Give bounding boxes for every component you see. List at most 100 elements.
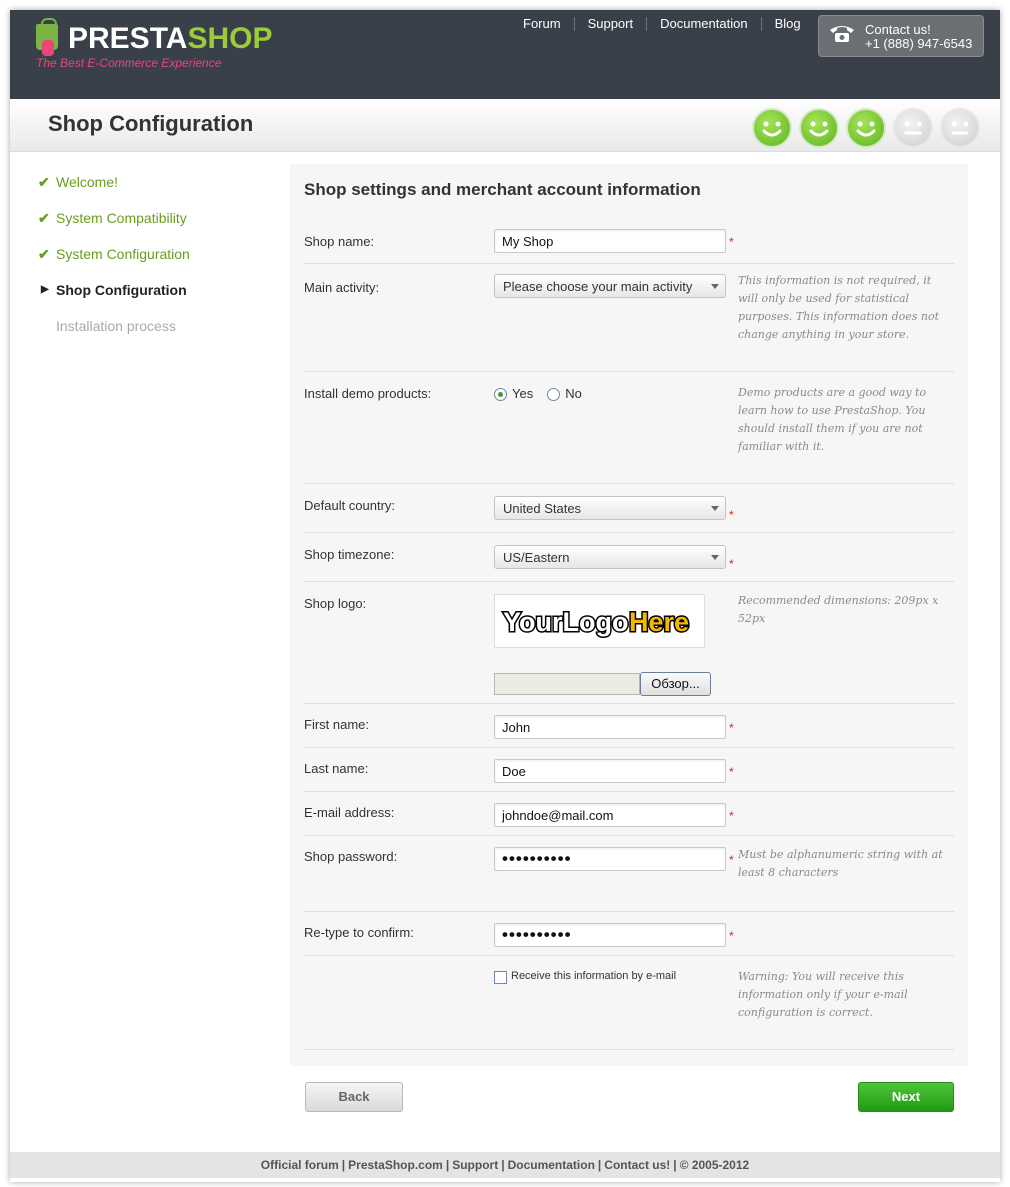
top-nav: Forum Support Documentation Blog [510, 17, 814, 31]
default-country-select[interactable]: United States [494, 496, 726, 520]
brand-name: PRESTASHOP [68, 22, 273, 55]
default-country-label: Default country: [304, 498, 396, 513]
required-mark: * [729, 809, 734, 823]
logo-file-field[interactable] [494, 673, 640, 695]
phone-icon [830, 26, 854, 42]
demo-yes-option[interactable]: Yes [494, 386, 533, 401]
row-main-activity: Main activity: Please choose your main a… [304, 264, 954, 372]
required-mark: * [729, 235, 734, 249]
receive-info-option[interactable]: Receive this information by e-mail [494, 970, 676, 984]
shop-name-input[interactable] [494, 229, 726, 253]
checkmark-icon: ✔ [38, 246, 50, 262]
shop-logo-label: Shop logo: [304, 596, 367, 611]
demo-products-label: Install demo products: [304, 386, 432, 401]
installer-window: PRESTASHOP The Best E-Commerce Experienc… [10, 10, 1000, 1182]
browse-button[interactable]: Обзор... [640, 672, 711, 696]
smiley-happy-icon [799, 108, 839, 148]
receive-info-checkbox[interactable] [494, 971, 507, 984]
row-shop-timezone: Shop timezone: US/Eastern * [304, 533, 954, 582]
footer-link-contact[interactable]: Contact us! [604, 1158, 670, 1172]
contact-box[interactable]: Contact us! +1 (888) 947-6543 [818, 15, 984, 57]
shop-logo-preview: YourLogo YourLogo Here Here [494, 594, 705, 648]
shop-timezone-select[interactable]: US/Eastern [494, 545, 726, 569]
logo-placeholder-image: YourLogo YourLogo Here Here [502, 606, 691, 639]
footer-link-support[interactable]: Support [452, 1158, 498, 1172]
footer-link-forum[interactable]: Official forum [261, 1158, 339, 1172]
first-name-label: First name: [304, 717, 370, 732]
demo-products-help: Demo products are a good way to learn ho… [738, 386, 927, 453]
first-name-input[interactable] [494, 715, 726, 739]
row-shop-logo: Shop logo: YourLogo YourLogo Here Here R… [304, 582, 954, 704]
row-email: E-mail address: * [304, 792, 954, 836]
row-shop-password: Shop password: •••••••••• * Must be alph… [304, 836, 954, 912]
nav-blog[interactable]: Blog [762, 17, 814, 31]
row-demo-products: Install demo products: Yes No Demo produ… [304, 372, 954, 484]
chevron-down-icon [711, 555, 719, 560]
demo-yes-radio[interactable] [494, 388, 507, 401]
main-activity-help: This information is not required, it wil… [738, 274, 940, 341]
step-welcome[interactable]: ✔ Welcome! [38, 170, 190, 206]
footer-link-documentation[interactable]: Documentation [508, 1158, 595, 1172]
confirm-password-label: Re-type to confirm: [304, 925, 414, 940]
checkmark-icon: ✔ [38, 174, 50, 190]
row-receive-info: Receive this information by e-mail Warni… [304, 956, 954, 1050]
email-label: E-mail address: [304, 805, 395, 820]
brand-tagline: The Best E-Commerce Experience [36, 56, 222, 70]
step-installation-process: Installation process [56, 318, 176, 334]
required-mark: * [729, 929, 734, 943]
main-activity-label: Main activity: [304, 280, 380, 295]
footer-copyright: © 2005-2012 [679, 1158, 750, 1172]
demo-no-option[interactable]: No [547, 386, 582, 401]
confirm-password-input[interactable]: •••••••••• [494, 923, 726, 947]
required-mark: * [729, 721, 734, 735]
back-button[interactable]: Back [305, 1082, 403, 1112]
arrow-right-icon: ▶ [41, 284, 49, 295]
required-mark: * [729, 557, 734, 571]
next-button[interactable]: Next [858, 1082, 954, 1112]
title-bar: Shop Configuration [10, 99, 1000, 152]
progress-smileys [752, 108, 987, 148]
demo-products-radios: Yes No [494, 386, 596, 401]
page-title: Shop Configuration [48, 111, 254, 136]
chevron-down-icon [711, 284, 719, 289]
shop-password-label: Shop password: [304, 849, 398, 864]
shop-password-input[interactable]: •••••••••• [494, 847, 726, 871]
smiley-neutral-icon [893, 108, 933, 148]
install-steps: ✔ Welcome! ✔ System Compatibility ✔ System … [38, 170, 190, 350]
required-mark: * [729, 508, 734, 522]
svg-text:YourLogo: YourLogo [503, 607, 628, 637]
row-last-name: Last name: * [304, 748, 954, 792]
smiley-neutral-icon [940, 108, 980, 148]
smiley-happy-icon [846, 108, 886, 148]
nav-documentation[interactable]: Documentation [647, 17, 762, 31]
shop-logo-help: Recommended dimensions: 209px x 52px [738, 594, 939, 625]
form-panel: Shop settings and merchant account infor… [290, 164, 968, 1066]
chevron-down-icon [711, 506, 719, 511]
smiley-happy-icon [752, 108, 792, 148]
demo-no-radio[interactable] [547, 388, 561, 401]
nav-forum[interactable]: Forum [510, 17, 575, 31]
last-name-label: Last name: [304, 761, 369, 776]
shop-password-help: Must be alphanumeric string with at leas… [738, 848, 943, 879]
main-activity-select[interactable]: Please choose your main activity [494, 274, 726, 298]
shop-name-label: Shop name: [304, 234, 375, 249]
step-system-configuration[interactable]: ✔ System Configuration [38, 242, 190, 278]
footer: Official forum | PrestaShop.com | Support | Do… [10, 1152, 1000, 1178]
row-default-country: Default country: United States * [304, 484, 954, 533]
last-name-input[interactable] [494, 759, 726, 783]
row-first-name: First name: * [304, 704, 954, 748]
required-mark: * [729, 853, 734, 867]
nav-support[interactable]: Support [575, 17, 648, 31]
header: PRESTASHOP The Best E-Commerce Experienc… [10, 10, 1000, 99]
required-mark: * [729, 765, 734, 779]
contact-phone: +1 (888) 947-6543 [865, 36, 973, 51]
checkmark-icon: ✔ [38, 210, 50, 226]
step-system-compatibility[interactable]: ✔ System Compatibility [38, 206, 190, 242]
footer-link-prestashop[interactable]: PrestaShop.com [348, 1158, 443, 1172]
receive-info-label: Receive this information by e-mail [511, 970, 677, 982]
hand-cursor-icon [42, 40, 54, 56]
receive-info-help: Warning: You will receive this informati… [738, 970, 908, 1019]
email-input[interactable] [494, 803, 726, 827]
row-shop-name: Shop name: * [304, 220, 954, 264]
svg-text:Here: Here [629, 607, 689, 637]
